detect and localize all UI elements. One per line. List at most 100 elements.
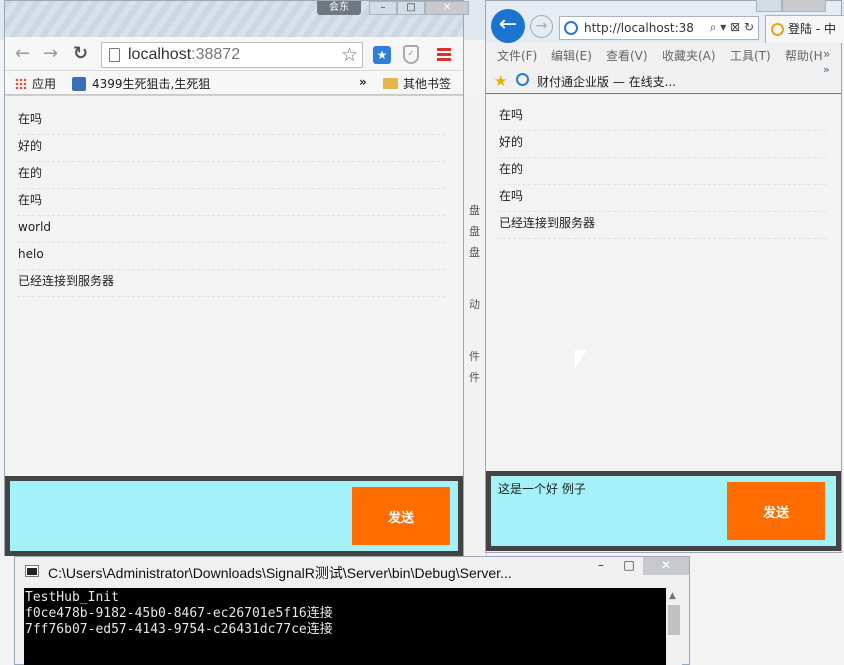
bookmark-star-icon[interactable]: ☆: [341, 44, 358, 66]
chrome-window: 会东 – □ ✕ ← → ↻ localhost:38872 ☆ ★ ✓ 应用 …: [4, 0, 469, 556]
minimize-button[interactable]: –: [587, 557, 615, 575]
favorites-star-icon[interactable]: ★: [494, 72, 507, 90]
close-button[interactable]: [782, 0, 826, 12]
bookmark-other-label: 其他书签: [403, 77, 452, 91]
ie-window: ← → http://localhost:38 ⌕ ▾ ⊠ ↻ 登陆 - 中 文…: [485, 0, 844, 553]
folder-icon: [383, 78, 398, 89]
back-arrow-icon[interactable]: ←: [15, 45, 30, 63]
console-window: C:\Users\Administrator\Downloads\SignalR…: [14, 556, 690, 665]
scrollbar-thumb[interactable]: [668, 605, 680, 635]
ie-window-controls: [756, 0, 826, 12]
ie-favorites-bar: ★ 财付通企业版 — 在线支... »: [486, 63, 841, 94]
message-item: world: [17, 216, 445, 243]
address-bar[interactable]: http://localhost:38 ⌕ ▾ ⊠ ↻: [559, 16, 759, 40]
console-line: f0ce478b-9182-45b0-8467-ec26701e5f16连接: [25, 606, 333, 621]
forward-arrow-icon[interactable]: →: [43, 45, 58, 63]
bookmark-apps[interactable]: 应用: [15, 75, 56, 92]
forward-arrow-icon[interactable]: →: [530, 15, 553, 38]
console-title: C:\Users\Administrator\Downloads\SignalR…: [48, 565, 512, 581]
message-item: 好的: [498, 131, 826, 158]
console-line: TestHub_Init: [25, 590, 119, 605]
background-text: 盘: [469, 225, 480, 238]
maximize-button[interactable]: □: [615, 557, 643, 575]
extension-star-icon[interactable]: ★: [373, 46, 391, 64]
send-button[interactable]: 发送: [727, 482, 825, 540]
favbar-overflow-chevron-icon[interactable]: »: [823, 63, 830, 76]
chrome-page-content: 在吗 好的 在的 在吗 world helo 已经连接到服务器: [5, 96, 463, 476]
reload-icon[interactable]: ↻: [73, 45, 88, 63]
menu-edit[interactable]: 编辑(E): [551, 47, 592, 64]
bookmark-other[interactable]: 其他书签: [383, 75, 451, 92]
ie-logo-icon: [564, 21, 578, 35]
background-window-tab[interactable]: 会东: [317, 1, 361, 15]
bookmark-apps-label: 应用: [32, 77, 57, 91]
console-scrollbar[interactable]: ▲: [666, 588, 682, 665]
message-composer[interactable]: 发送: [5, 476, 463, 556]
ie-page-content: 在吗 好的 在的 在吗 已经连接到服务器: [486, 95, 841, 471]
close-button[interactable]: ✕: [425, 1, 469, 15]
maximize-button[interactable]: □: [397, 1, 425, 15]
message-list: 在吗 好的 在的 在吗 已经连接到服务器: [498, 104, 826, 239]
console-title-bar[interactable]: C:\Users\Administrator\Downloads\SignalR…: [15, 557, 689, 587]
send-button[interactable]: 发送: [352, 487, 450, 545]
message-item: 好的: [17, 135, 445, 162]
message-item: 已经连接到服务器: [17, 270, 445, 297]
message-input-text[interactable]: 这是一个好 例子: [498, 480, 586, 497]
address-tools-icon[interactable]: ⌕ ▾ ⊠ ↻: [710, 20, 754, 35]
console-app-icon: [25, 565, 39, 577]
menu-tools[interactable]: 工具(T): [730, 47, 771, 64]
background-text: 件: [469, 350, 480, 363]
apps-grid-icon: [15, 78, 27, 90]
chrome-window-controls: – □ ✕: [369, 1, 469, 15]
ie-header: ← → http://localhost:38 ⌕ ▾ ⊠ ↻ 登陆 - 中: [486, 0, 844, 43]
ie-menu-bar: 文件(F) 编辑(E) 查看(V) 收藏夹(A) 工具(T) 帮助(H »: [486, 43, 841, 67]
ie-page-icon: [516, 73, 529, 86]
message-item: 在吗: [17, 108, 445, 135]
message-item: 已经连接到服务器: [498, 212, 826, 239]
console-output: TestHub_Init f0ce478b-9182-45b0-8467-ec2…: [24, 588, 666, 665]
favorite-item[interactable]: 财付通企业版 — 在线支...: [537, 73, 676, 90]
menu-overflow-chevron-icon[interactable]: »: [823, 47, 830, 61]
background-text: 动: [469, 298, 480, 311]
bookmarks-overflow-chevron[interactable]: »: [359, 75, 367, 89]
menu-file[interactable]: 文件(F): [497, 47, 537, 64]
site-favicon-icon: [72, 77, 86, 91]
shield-extension-icon[interactable]: ✓: [403, 45, 419, 64]
background-text: 盘: [469, 246, 480, 259]
address-url[interactable]: http://localhost:38: [584, 21, 694, 35]
menu-favorites[interactable]: 收藏夹(A): [662, 47, 716, 64]
page-icon: [109, 48, 120, 62]
minimize-button[interactable]: [756, 0, 782, 12]
tab-login[interactable]: 登陆 - 中: [765, 15, 844, 43]
scroll-up-icon[interactable]: ▲: [669, 591, 676, 601]
message-item: 在吗: [498, 104, 826, 131]
background-text: 盘: [469, 204, 480, 217]
background-window-strip: 盘 盘 盘 动 件 件: [461, 92, 487, 562]
console-window-controls: – □ ✕: [587, 557, 689, 575]
message-composer[interactable]: 这是一个好 例子 发送: [486, 471, 841, 551]
message-item: 在的: [17, 162, 445, 189]
address-bar[interactable]: localhost:38872 ☆: [101, 42, 363, 68]
message-item: helo: [17, 243, 445, 270]
minimize-button[interactable]: –: [369, 1, 397, 15]
url-port: :38872: [191, 46, 241, 63]
message-item: 在的: [498, 158, 826, 185]
gear-icon: [771, 23, 784, 36]
bookmarks-bar: 应用 4399生死狙击,生死狙 » 其他书签: [5, 71, 463, 95]
mouse-cursor-icon: [574, 349, 588, 369]
background-text: 件: [469, 371, 480, 384]
chrome-toolbar: ← → ↻ localhost:38872 ☆ ★ ✓: [5, 37, 463, 71]
message-item: 在吗: [498, 185, 826, 212]
back-arrow-icon[interactable]: ←: [491, 9, 525, 43]
message-list: 在吗 好的 在的 在吗 world helo 已经连接到服务器: [17, 108, 445, 297]
address-url[interactable]: localhost:38872: [128, 46, 240, 64]
console-line: 7ff76b07-ed57-4143-9754-c26431dc77ce连接: [25, 622, 333, 637]
message-item: 在吗: [17, 189, 445, 216]
chrome-menu-icon[interactable]: [437, 48, 451, 63]
menu-help[interactable]: 帮助(H: [785, 47, 823, 64]
bookmark-item[interactable]: 4399生死狙击,生死狙: [72, 75, 210, 92]
tab-title: 登陆 - 中: [788, 22, 836, 36]
url-host: localhost: [128, 46, 192, 63]
close-button[interactable]: ✕: [643, 557, 689, 575]
menu-view[interactable]: 查看(V): [606, 47, 648, 64]
